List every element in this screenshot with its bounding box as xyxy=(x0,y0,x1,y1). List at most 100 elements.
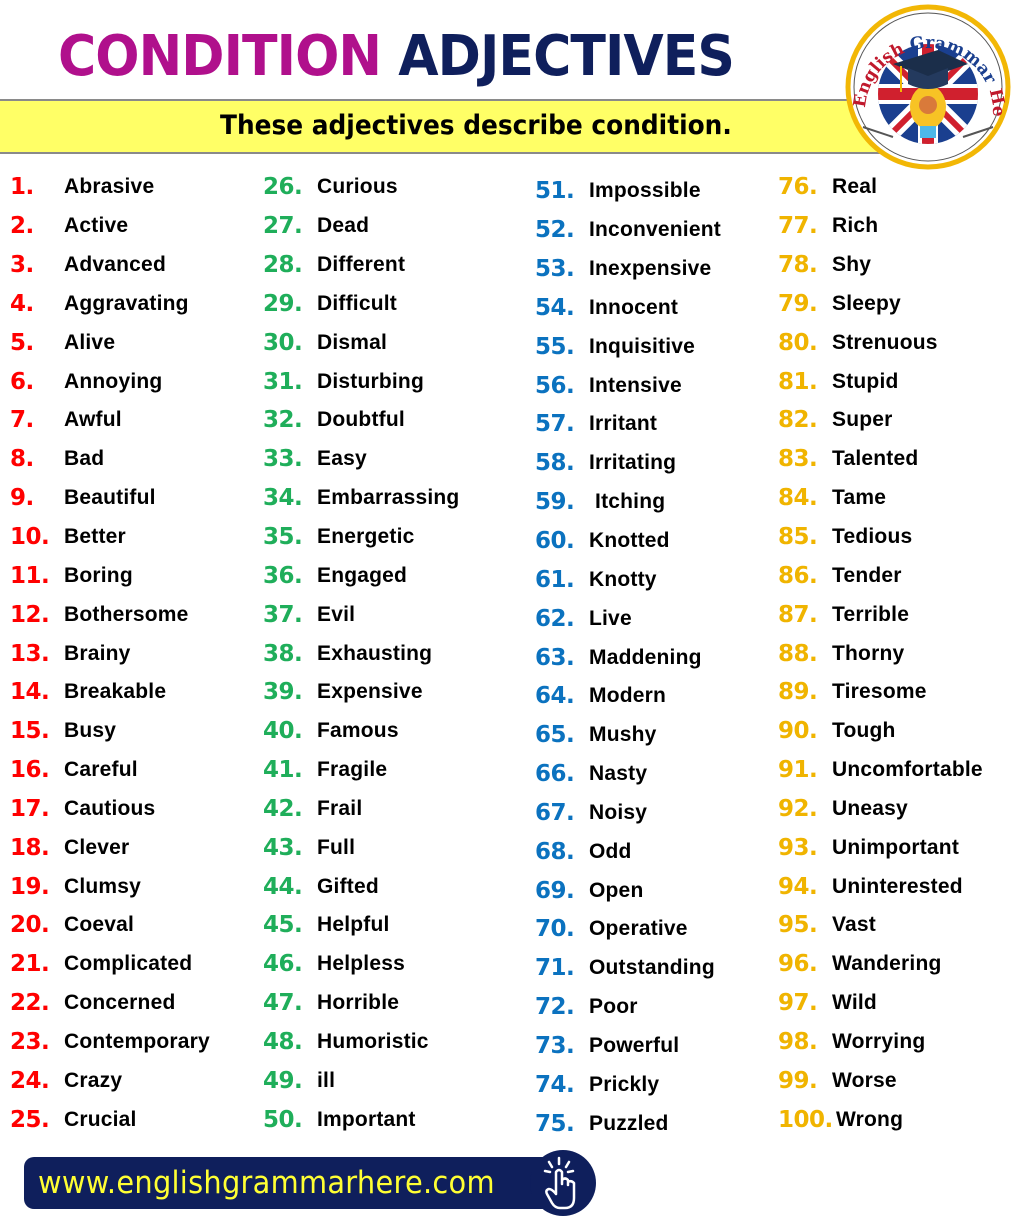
subtitle: These adjectives describe condition. xyxy=(220,110,732,141)
adjective-item: 42. Frail xyxy=(263,790,459,829)
adjective-number: 9. xyxy=(10,485,34,512)
adjective-word: Awful xyxy=(64,408,122,432)
word-column-2: 26. Curious 27. Dead 28. Different 29. Difficul… xyxy=(263,168,459,1139)
adjective-item: 78. Shy xyxy=(778,246,983,285)
adjective-word: Dismal xyxy=(317,330,388,354)
adjective-word: Uninterested xyxy=(832,874,963,898)
adjective-word: Nasty xyxy=(589,762,648,786)
adjective-word: Difficult xyxy=(317,291,397,315)
adjective-word: Coeval xyxy=(64,913,135,937)
adjective-word: Bothersome xyxy=(64,602,189,626)
adjective-number: 28. xyxy=(263,252,303,279)
adjective-number: 88. xyxy=(778,640,818,667)
adjective-item: 92. Uneasy xyxy=(778,790,983,829)
adjective-item: 37. Evil xyxy=(263,595,459,634)
adjective-item: 26. Curious xyxy=(263,168,459,207)
adjective-word: Cautious xyxy=(64,796,156,820)
adjective-word: Vast xyxy=(832,913,876,937)
adjective-number: 51. xyxy=(535,178,575,205)
adjective-number: 4. xyxy=(10,290,34,317)
adjective-word: Dead xyxy=(317,214,370,238)
adjective-word: Careful xyxy=(64,758,138,782)
adjective-item: 9. Beautiful xyxy=(10,479,210,518)
adjective-number: 93. xyxy=(778,834,818,861)
adjective-number: 7. xyxy=(10,407,34,434)
adjective-word: Fragile xyxy=(317,758,388,782)
adjective-word: Disturbing xyxy=(317,369,424,393)
adjective-word: Different xyxy=(317,253,406,277)
adjective-number: 45. xyxy=(263,912,303,939)
adjective-number: 60. xyxy=(535,528,575,555)
adjective-word: Uncomfortable xyxy=(832,758,983,782)
adjective-number: 78. xyxy=(778,252,818,279)
adjective-number: 99. xyxy=(778,1067,818,1094)
adjective-item: 77. Rich xyxy=(778,207,983,246)
adjective-word: Humoristic xyxy=(317,1029,429,1053)
footer-url-link[interactable]: www.englishgrammarhere.com xyxy=(38,1163,495,1203)
adjective-item: 39. Expensive xyxy=(263,673,459,712)
adjective-word: Wandering xyxy=(832,952,942,976)
adjective-number: 42. xyxy=(263,795,303,822)
adjective-word: Maddening xyxy=(589,645,702,669)
adjective-number: 81. xyxy=(778,368,818,395)
adjective-word: Annoying xyxy=(64,369,163,393)
adjective-number: 32. xyxy=(263,407,303,434)
adjective-number: 35. xyxy=(263,524,303,551)
adjective-number: 91. xyxy=(778,757,818,784)
adjective-word: Abrasive xyxy=(64,175,155,199)
adjective-number: 70. xyxy=(535,916,575,943)
adjective-item: 97. Wild xyxy=(778,984,983,1023)
adjective-number: 56. xyxy=(535,372,575,399)
adjective-item: 1. Abrasive xyxy=(10,168,210,207)
adjective-word: Knotted xyxy=(589,529,670,553)
adjective-number: 27. xyxy=(263,213,303,240)
adjective-number: 94. xyxy=(778,873,818,900)
adjective-number: 17. xyxy=(10,795,50,822)
adjective-item: 11. Boring xyxy=(10,556,210,595)
adjective-word: Boring xyxy=(64,563,133,587)
adjective-item: 80. Strenuous xyxy=(778,323,983,362)
adjective-word: Stupid xyxy=(832,369,899,393)
adjective-word: Embarrassing xyxy=(317,486,460,510)
adjective-number: 62. xyxy=(535,605,575,632)
adjective-word: Live xyxy=(589,606,632,630)
adjective-item: 89. Tiresome xyxy=(778,673,983,712)
adjective-item: 25. Crucial xyxy=(10,1100,210,1139)
adjective-number: 75. xyxy=(535,1110,575,1137)
adjective-word: Busy xyxy=(64,719,117,743)
adjective-item: 36. Engaged xyxy=(263,556,459,595)
adjective-number: 30. xyxy=(263,329,303,356)
adjective-item: 71. Outstanding xyxy=(535,949,721,988)
adjective-word: Tedious xyxy=(832,525,913,549)
title-adjectives: ADJECTIVES xyxy=(398,24,735,89)
adjective-number: 41. xyxy=(263,757,303,784)
adjective-word: Powerful xyxy=(589,1033,680,1057)
adjective-number: 92. xyxy=(778,795,818,822)
adjective-word: Horrible xyxy=(317,991,400,1015)
adjective-number: 85. xyxy=(778,524,818,551)
adjective-number: 40. xyxy=(263,718,303,745)
adjective-item: 76. Real xyxy=(778,168,983,207)
adjective-word: Uneasy xyxy=(832,796,908,820)
adjective-number: 87. xyxy=(778,601,818,628)
adjective-word: Frail xyxy=(317,796,363,820)
site-logo[interactable]: English Grammar Here .Com xyxy=(834,0,1013,170)
adjective-item: 23. Contemporary xyxy=(10,1023,210,1062)
adjective-number: 67. xyxy=(535,799,575,826)
adjective-word: Thorny xyxy=(832,641,905,665)
adjective-word: Inconvenient xyxy=(589,218,721,242)
adjective-item: 51. Impossible xyxy=(535,172,721,211)
adjective-word: Clever xyxy=(64,835,130,859)
adjective-item: 7. Awful xyxy=(10,401,210,440)
adjective-word: Knotty xyxy=(589,567,657,591)
adjective-item: 6. Annoying xyxy=(10,362,210,401)
adjective-number: 57. xyxy=(535,411,575,438)
adjective-word: Shy xyxy=(832,253,872,277)
adjective-number: 74. xyxy=(535,1071,575,1098)
adjective-word: Super xyxy=(832,408,893,432)
adjective-word: Beautiful xyxy=(64,486,156,510)
adjective-number: 54. xyxy=(535,294,575,321)
adjective-item: 62. Live xyxy=(535,599,721,638)
footer-click-button[interactable] xyxy=(530,1150,596,1216)
adjective-item: 66. Nasty xyxy=(535,755,721,794)
